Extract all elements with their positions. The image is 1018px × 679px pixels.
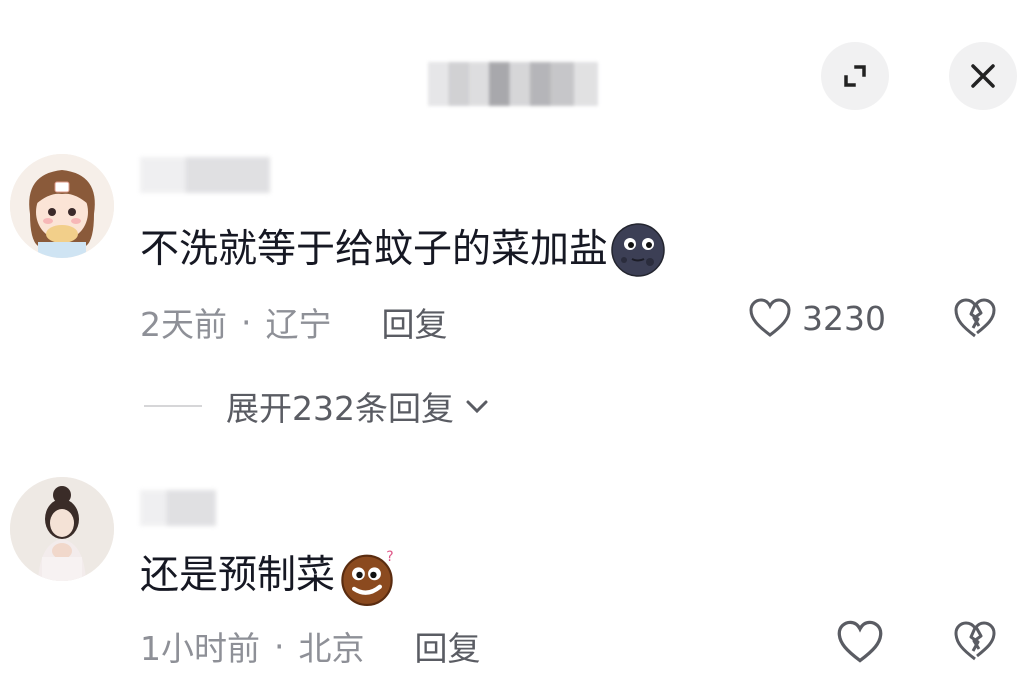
broken-heart-icon — [954, 298, 996, 338]
expand-icon — [844, 65, 866, 87]
comment-time: 2天前 — [140, 305, 227, 344]
separator-dot: · — [274, 626, 285, 666]
expand-replies-button[interactable]: 展开232条回复 — [144, 382, 492, 430]
avatar[interactable] — [10, 477, 114, 581]
chevron-down-icon — [466, 400, 488, 414]
comment-text: 还是预制菜 ? — [140, 546, 397, 606]
close-button[interactable] — [949, 42, 1017, 110]
broken-heart-icon — [954, 621, 996, 661]
heart-icon — [749, 298, 791, 337]
heart-icon — [837, 620, 883, 663]
avatar[interactable] — [10, 154, 114, 258]
comment-location: 北京 — [298, 629, 365, 668]
comment-text-content: 还是预制菜 — [140, 553, 336, 598]
reply-button[interactable]: 回复 — [382, 298, 448, 346]
svg-text:?: ? — [386, 549, 393, 565]
new-moon-face-emoji-icon — [611, 223, 665, 277]
dislike-button[interactable] — [952, 296, 998, 344]
anime-girl-avatar-image — [10, 154, 114, 258]
comment-location: 辽宁 — [265, 305, 332, 344]
expand-fullscreen-button[interactable] — [821, 42, 889, 110]
like-button[interactable]: 3230 — [748, 297, 886, 339]
dislike-button[interactable] — [952, 619, 998, 667]
girl-photo-avatar-image — [10, 477, 114, 581]
expand-divider-line — [144, 405, 202, 407]
redacted-username[interactable] — [140, 157, 270, 193]
comments-header — [0, 0, 1018, 140]
confused-cookie-emoji-icon: ? — [341, 549, 394, 606]
redacted-title — [428, 62, 598, 106]
comment-text: 不洗就等于给蚊子的菜加盐 — [140, 222, 666, 278]
comment-time: 1小时前 — [140, 629, 260, 668]
close-icon — [971, 64, 995, 88]
like-button[interactable] — [836, 619, 884, 665]
like-count: 3230 — [802, 298, 886, 338]
expand-replies-label: 展开232条回复 — [226, 389, 454, 428]
reply-button[interactable]: 回复 — [415, 622, 481, 670]
comment-meta: 2天前 · 辽宁 回复 — [140, 298, 448, 346]
redacted-username[interactable] — [140, 490, 216, 526]
separator-dot: · — [241, 302, 252, 342]
comment-text-content: 不洗就等于给蚊子的菜加盐 — [140, 227, 609, 272]
comment-meta: 1小时前 · 北京 回复 — [140, 622, 481, 670]
